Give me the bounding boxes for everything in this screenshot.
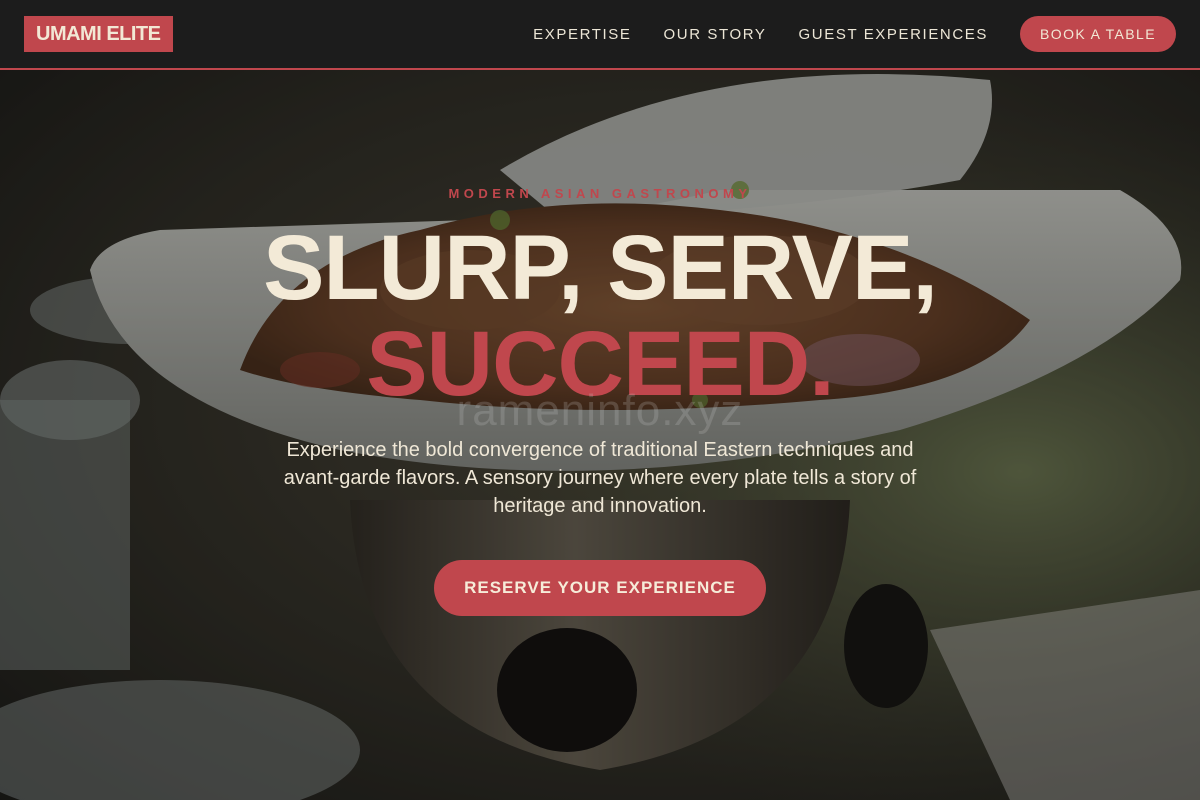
headline-line-1: SLURP, SERVE, [263, 217, 938, 319]
hero-headline: SLURP, SERVE, SUCCEED. [0, 220, 1200, 412]
nav-link-guest-experiences[interactable]: GUEST EXPERIENCES [799, 26, 988, 43]
hero-description: Experience the bold convergence of tradi… [283, 439, 917, 517]
hero-section: MODERN ASIAN GASTRONOMY SLURP, SERVE, SU… [0, 70, 1200, 800]
top-navbar: UMAMI ELITE EXPERTISE OUR STORY GUEST EX… [0, 0, 1200, 70]
landing-page: UMAMI ELITE EXPERTISE OUR STORY GUEST EX… [0, 0, 1200, 800]
nav-link-our-story[interactable]: OUR STORY [664, 26, 767, 43]
nav-links: EXPERTISE OUR STORY GUEST EXPERIENCES [533, 0, 988, 68]
nav-link-expertise[interactable]: EXPERTISE [533, 26, 631, 43]
hero-eyebrow: MODERN ASIAN GASTRONOMY [448, 186, 752, 201]
book-table-button[interactable]: BOOK A TABLE [1020, 16, 1176, 52]
reserve-experience-button[interactable]: RESERVE YOUR EXPERIENCE [434, 560, 766, 616]
brand-logo[interactable]: UMAMI ELITE [24, 16, 173, 52]
watermark-text: rameninfo.xyz [456, 386, 744, 435]
